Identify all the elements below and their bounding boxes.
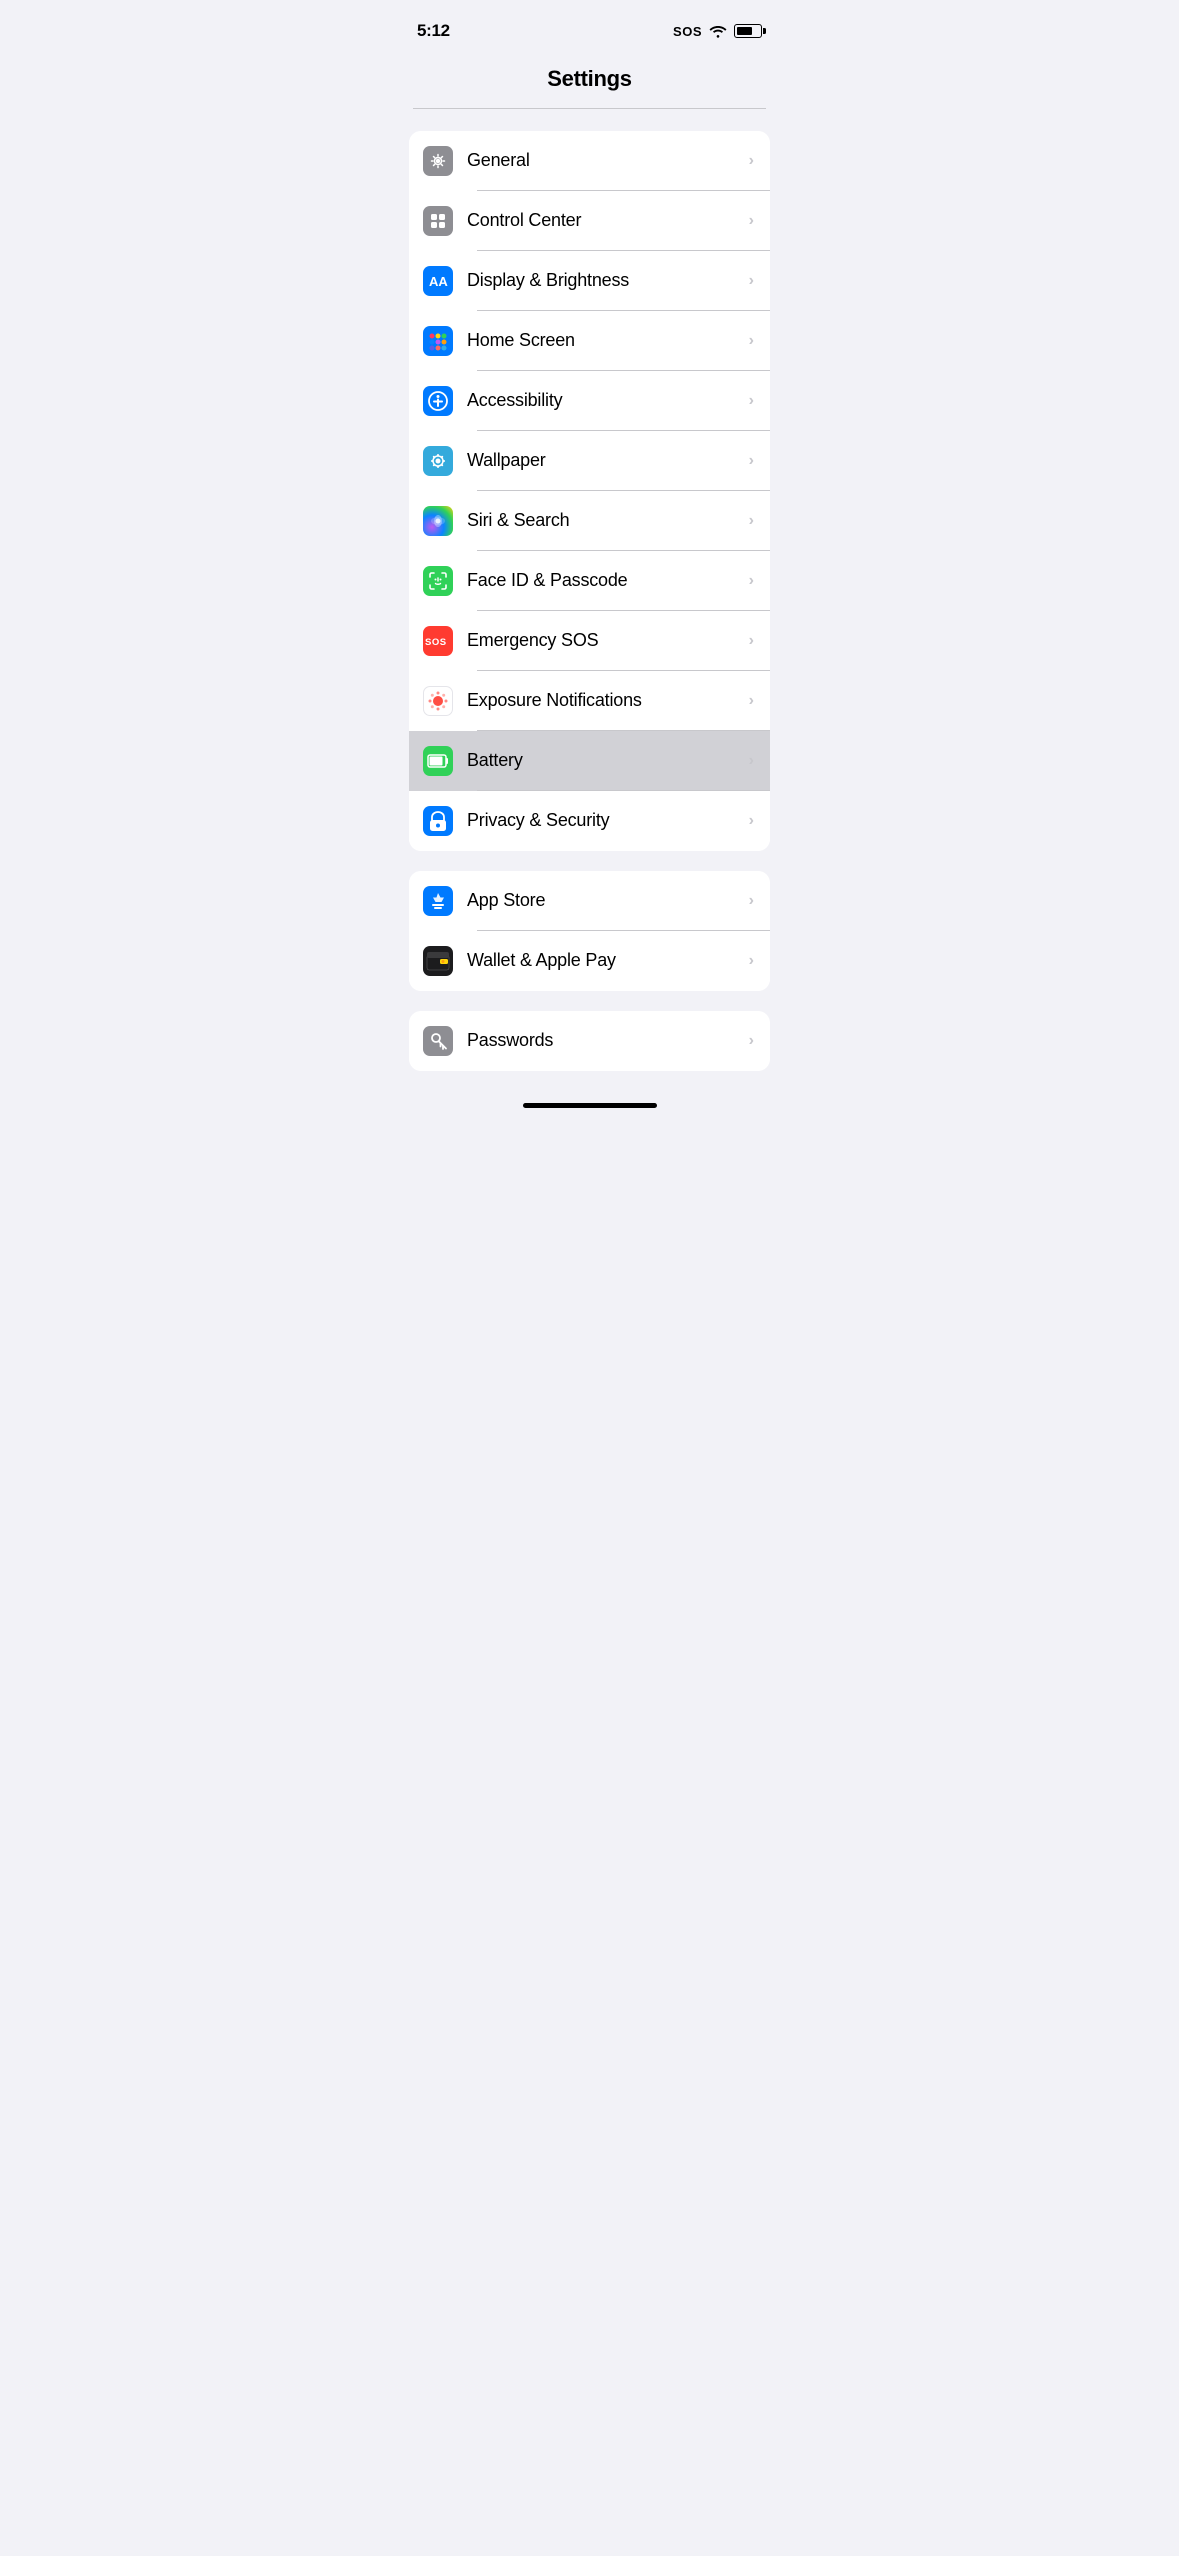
faceid-label: Face ID & Passcode [467, 570, 741, 591]
privacy-chevron: › [749, 812, 754, 830]
exposure-chevron: › [749, 692, 754, 710]
privacy-label: Privacy & Security [467, 810, 741, 831]
status-icons: SOS [673, 24, 762, 39]
wallpaper-label: Wallpaper [467, 450, 741, 471]
sos-indicator: SOS [673, 24, 702, 39]
general-icon [423, 146, 453, 176]
settings-section-3: Passwords › [409, 1011, 770, 1071]
privacy-icon [423, 806, 453, 836]
settings-row-wallpaper[interactable]: Wallpaper › [409, 431, 770, 491]
settings-row-siri[interactable]: Siri & Search › [409, 491, 770, 551]
battery-icon [423, 746, 453, 776]
home-screen-label: Home Screen [467, 330, 741, 351]
wallet-chevron: › [749, 952, 754, 970]
faceid-icon [423, 566, 453, 596]
sos-icon: SOS [423, 626, 453, 656]
settings-section-2: App Store › Wallet & Apple Pay › [409, 871, 770, 991]
settings-row-home-screen[interactable]: Home Screen › [409, 311, 770, 371]
battery-label: Battery [467, 750, 741, 771]
settings-row-accessibility[interactable]: Accessibility › [409, 371, 770, 431]
settings-row-general[interactable]: General › [409, 131, 770, 191]
settings-row-faceid[interactable]: Face ID & Passcode › [409, 551, 770, 611]
settings-row-wallet[interactable]: Wallet & Apple Pay › [409, 931, 770, 991]
page-title: Settings [393, 58, 786, 108]
settings-row-privacy[interactable]: Privacy & Security › [409, 791, 770, 851]
exposure-icon [423, 686, 453, 716]
passwords-label: Passwords [467, 1030, 741, 1051]
battery-status-icon [734, 24, 762, 38]
general-label: General [467, 150, 741, 171]
battery-chevron: › [749, 752, 754, 770]
wallet-label: Wallet & Apple Pay [467, 950, 741, 971]
appstore-icon [423, 886, 453, 916]
faceid-chevron: › [749, 572, 754, 590]
appstore-chevron: › [749, 892, 754, 910]
status-bar: 5:12 SOS [393, 0, 786, 54]
exposure-label: Exposure Notifications [467, 690, 741, 711]
wallpaper-chevron: › [749, 452, 754, 470]
wallet-icon [423, 946, 453, 976]
settings-row-exposure[interactable]: Exposure Notifications › [409, 671, 770, 731]
passwords-icon [423, 1026, 453, 1056]
accessibility-icon [423, 386, 453, 416]
siri-chevron: › [749, 512, 754, 530]
display-chevron: › [749, 272, 754, 290]
control-center-chevron: › [749, 212, 754, 230]
wallpaper-icon [423, 446, 453, 476]
settings-row-control-center[interactable]: Control Center › [409, 191, 770, 251]
status-time: 5:12 [417, 21, 450, 41]
svg-text:AA: AA [429, 274, 448, 289]
svg-text:SOS: SOS [425, 637, 447, 648]
home-screen-chevron: › [749, 332, 754, 350]
siri-icon [423, 506, 453, 536]
control-center-icon [423, 206, 453, 236]
display-icon: AA [423, 266, 453, 296]
title-divider [413, 108, 766, 109]
siri-label: Siri & Search [467, 510, 741, 531]
accessibility-label: Accessibility [467, 390, 741, 411]
settings-section-1: General › Control Center › AA Display & … [409, 131, 770, 851]
wifi-icon [709, 24, 727, 38]
settings-row-battery[interactable]: Battery › [409, 731, 770, 791]
home-indicator [523, 1103, 657, 1108]
accessibility-chevron: › [749, 392, 754, 410]
settings-row-passwords[interactable]: Passwords › [409, 1011, 770, 1071]
settings-row-sos[interactable]: SOS Emergency SOS › [409, 611, 770, 671]
appstore-label: App Store [467, 890, 741, 911]
sos-chevron: › [749, 632, 754, 650]
sos-label: Emergency SOS [467, 630, 741, 651]
control-center-label: Control Center [467, 210, 741, 231]
home-screen-icon [423, 326, 453, 356]
settings-row-display[interactable]: AA Display & Brightness › [409, 251, 770, 311]
passwords-chevron: › [749, 1032, 754, 1050]
general-chevron: › [749, 152, 754, 170]
settings-row-appstore[interactable]: App Store › [409, 871, 770, 931]
display-label: Display & Brightness [467, 270, 741, 291]
